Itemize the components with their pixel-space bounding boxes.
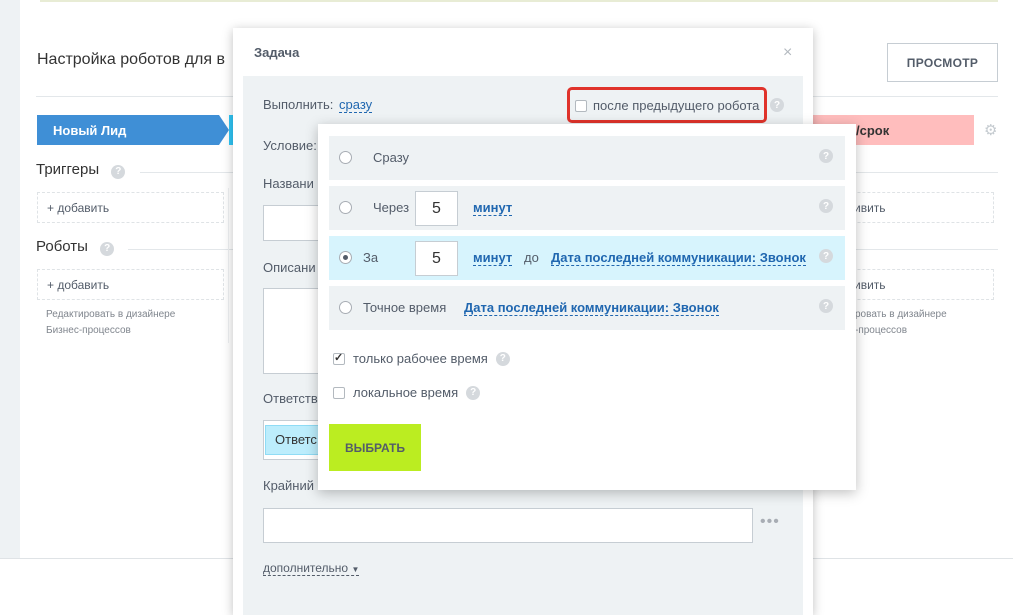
- after-unit-link[interactable]: минут: [473, 200, 513, 216]
- help-icon[interactable]: ?: [819, 249, 833, 263]
- more-options-icon[interactable]: •••: [760, 513, 780, 531]
- edit-note-right-line1: ровать в дизайнере: [855, 309, 947, 320]
- after-number-input[interactable]: 5: [415, 191, 458, 226]
- before-connector: до: [524, 250, 539, 265]
- radio-before[interactable]: [339, 251, 352, 264]
- before-number-input[interactable]: 5: [415, 241, 458, 276]
- edit-in-designer-link-right[interactable]: ровать в дизайнере -процессов: [855, 307, 947, 339]
- triggers-section-title: Триггеры ?: [36, 161, 126, 179]
- responsible-label: Ответств: [263, 391, 318, 406]
- additional-link[interactable]: дополнительно ▼: [263, 561, 360, 576]
- option-after[interactable]: Через 5 минут ?: [329, 186, 845, 230]
- local-time-checkbox[interactable]: [333, 386, 345, 399]
- edit-note-line2: Бизнес-процессов: [46, 325, 131, 336]
- help-icon[interactable]: ?: [819, 149, 833, 163]
- robots-line: [128, 249, 233, 250]
- page-title: Настройка роботов для в: [37, 51, 225, 68]
- additional-link-label: дополнительно: [263, 561, 349, 575]
- chevron-down-icon: ▼: [351, 565, 360, 574]
- option-immediately[interactable]: Сразу ?: [329, 136, 845, 180]
- exact-time-target-link[interactable]: Дата последней коммуникации: Звонок: [464, 300, 719, 316]
- help-icon[interactable]: ?: [770, 98, 784, 112]
- triggers-title: Триггеры: [36, 161, 100, 178]
- execute-timing-link[interactable]: сразу: [339, 97, 373, 113]
- radio-exact-time[interactable]: [339, 301, 352, 314]
- column-divider: [228, 188, 229, 343]
- option-exact-time[interactable]: Точное время Дата последней коммуникации…: [329, 286, 845, 330]
- robots-title: Роботы: [36, 238, 88, 255]
- condition-label: Условие:: [263, 138, 317, 153]
- execute-label: Выполнить:: [263, 97, 334, 112]
- radio-after[interactable]: [339, 201, 352, 214]
- local-time-option[interactable]: локальное время ?: [333, 385, 481, 400]
- deadline-label: Крайний с: [263, 478, 325, 493]
- highlight-frame: [567, 87, 767, 123]
- edit-in-designer-link[interactable]: Редактировать в дизайнере Бизнес-процесс…: [46, 307, 175, 339]
- help-icon[interactable]: ?: [466, 385, 481, 400]
- dialog-title: Задача: [254, 45, 300, 60]
- edit-note-right-line2: -процессов: [855, 325, 908, 336]
- option-label: Точное время: [363, 300, 447, 315]
- work-time-option[interactable]: только рабочее время ?: [333, 351, 510, 366]
- add-trigger-button[interactable]: + добавить: [37, 192, 224, 223]
- help-icon[interactable]: ?: [819, 199, 833, 213]
- help-icon[interactable]: ?: [111, 164, 126, 179]
- option-label: Через: [373, 200, 410, 215]
- timing-popup: Сразу ? Через 5 минут ? За 5 минут до Да…: [318, 124, 856, 490]
- description-label: Описани: [263, 260, 316, 275]
- option-before[interactable]: За 5 минут до Дата последней коммуникаци…: [329, 236, 845, 280]
- choose-button[interactable]: ВЫБРАТЬ: [329, 424, 421, 471]
- top-border: [40, 0, 998, 2]
- triggers-line: [140, 172, 233, 173]
- stage-new-lead[interactable]: Новый Лид: [37, 115, 229, 145]
- name-input[interactable]: [263, 205, 323, 241]
- gear-icon[interactable]: ⚙: [984, 121, 997, 139]
- work-time-label: только рабочее время: [353, 351, 488, 366]
- help-icon[interactable]: ?: [100, 241, 115, 256]
- close-icon[interactable]: ×: [783, 44, 792, 62]
- local-time-label: локальное время: [353, 385, 459, 400]
- help-icon[interactable]: ?: [495, 351, 510, 366]
- help-icon[interactable]: ?: [819, 299, 833, 313]
- edit-note-line1: Редактировать в дизайнере: [46, 309, 176, 320]
- before-unit-link[interactable]: минут: [473, 250, 513, 266]
- preview-button[interactable]: ПРОСМОТР: [887, 43, 998, 82]
- description-textarea[interactable]: [263, 288, 323, 374]
- add-robot-button[interactable]: + добавить: [37, 269, 224, 300]
- work-time-checkbox[interactable]: [333, 351, 345, 365]
- robots-section-title: Роботы ?: [36, 238, 115, 256]
- option-label: Сразу: [373, 150, 410, 165]
- name-label: Названи: [263, 176, 314, 191]
- deadline-input[interactable]: [263, 508, 753, 543]
- option-label: За: [363, 250, 379, 265]
- before-target-link[interactable]: Дата последней коммуникации: Звонок: [551, 250, 806, 266]
- radio-immediately[interactable]: [339, 151, 352, 164]
- responsible-tag[interactable]: Ответс: [265, 425, 325, 455]
